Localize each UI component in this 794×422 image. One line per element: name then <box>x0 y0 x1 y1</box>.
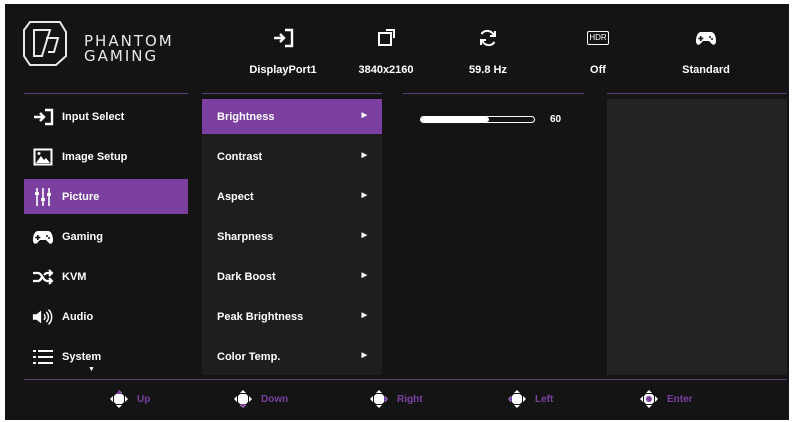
submenu-item-label: Color Temp. <box>217 350 281 363</box>
status-game-mode-value: Standard <box>682 64 730 76</box>
shuffle-icon <box>32 267 54 287</box>
arrow-right-icon: ▶ <box>361 272 367 279</box>
divider <box>607 93 787 94</box>
divider <box>24 93 188 94</box>
gamepad-icon <box>651 26 761 50</box>
status-refresh-value: 59.8 Hz <box>469 64 507 76</box>
footer-enter: Enter <box>639 389 693 409</box>
menu-item-label: KVM <box>62 270 87 283</box>
sliders-icon <box>32 187 54 207</box>
menu-item-gaming[interactable]: Gaming <box>24 219 188 254</box>
submenu-item-label: Dark Boost <box>217 270 276 283</box>
dpad-left-icon <box>508 390 526 408</box>
footer-down: Down <box>233 389 288 409</box>
menu-item-image-setup[interactable]: Image Setup <box>24 139 188 174</box>
menu-item-audio[interactable]: Audio <box>24 299 188 334</box>
submenu-item-label: Peak Brightness <box>217 310 304 323</box>
hdr-icon: HDR <box>543 26 653 50</box>
arrow-right-icon: ▶ <box>361 352 367 359</box>
footer-right: Right <box>369 389 423 409</box>
image-icon <box>32 147 54 167</box>
status-resolution-value: 3840x2160 <box>358 64 414 76</box>
brightness-slider[interactable] <box>420 116 535 123</box>
divider <box>202 93 382 94</box>
submenu-item-sharpness[interactable]: Sharpness ▶ <box>202 219 382 254</box>
footer-label: Left <box>535 393 554 405</box>
menu-item-system[interactable]: System <box>24 339 188 374</box>
submenu-item-label: Brightness <box>217 110 275 123</box>
menu-item-label: System <box>62 350 102 363</box>
footer-label: Enter <box>667 393 693 405</box>
submenu-item-brightness[interactable]: Brightness ▶ <box>202 99 382 134</box>
list-icon <box>32 347 54 367</box>
preview-panel <box>607 99 787 375</box>
brightness-slider-fill <box>421 117 489 122</box>
submenu-item-aspect[interactable]: Aspect ▶ <box>202 179 382 214</box>
osd-window: PHANTOM GAMING DisplayPort1 3840x2160 59… <box>5 4 789 420</box>
footer-label: Right <box>397 393 423 405</box>
footer-divider <box>24 379 787 380</box>
input-icon <box>228 26 338 50</box>
status-input-value: DisplayPort1 <box>249 64 317 76</box>
refresh-icon <box>433 26 543 50</box>
dpad-center-icon <box>640 390 658 408</box>
dpad-right-icon <box>370 390 388 408</box>
scroll-down-icon: ▼ <box>88 366 95 373</box>
status-game-mode: Standard <box>651 26 761 86</box>
input-select-icon <box>32 107 54 127</box>
picture-submenu: Brightness ▶ Contrast ▶ Aspect ▶ Sharpness ▶… <box>202 99 382 375</box>
menu-item-label: Image Setup <box>62 150 128 163</box>
value-panel: 60 <box>403 99 584 375</box>
arrow-right-icon: ▶ <box>361 112 367 119</box>
arrow-right-icon: ▶ <box>361 152 367 159</box>
phantom-gaming-emblem-icon <box>23 21 67 66</box>
submenu-item-label: Contrast <box>217 150 263 163</box>
menu-item-label: Input Select <box>62 110 125 123</box>
brightness-value: 60 <box>550 114 562 125</box>
submenu-item-contrast[interactable]: Contrast ▶ <box>202 139 382 174</box>
footer-label: Down <box>261 393 289 405</box>
submenu-item-dark-boost[interactable]: Dark Boost ▶ <box>202 259 382 294</box>
menu-item-picture[interactable]: Picture <box>24 179 188 214</box>
menu-item-input-select[interactable]: Input Select <box>24 99 188 134</box>
dpad-up-icon <box>110 390 128 408</box>
hdr-badge: HDR <box>587 31 609 45</box>
submenu-item-label: Aspect <box>217 190 254 203</box>
status-hdr: HDR Off <box>543 26 653 86</box>
footer-label: Up <box>137 393 151 405</box>
submenu-item-label: Sharpness <box>217 230 274 243</box>
footer-left: Left <box>507 389 553 409</box>
menu-item-label: Gaming <box>62 230 103 243</box>
arrow-right-icon: ▶ <box>361 312 367 319</box>
menu-item-label: Audio <box>62 310 94 323</box>
brand-line2: GAMING <box>84 47 159 65</box>
status-refresh: 59.8 Hz <box>433 26 543 86</box>
submenu-item-color-temp[interactable]: Color Temp. ▶ <box>202 339 382 374</box>
status-hdr-value: Off <box>590 64 606 76</box>
phantom-gaming-logo: PHANTOM GAMING <box>20 18 200 70</box>
submenu-item-peak-brightness[interactable]: Peak Brightness ▶ <box>202 299 382 334</box>
divider <box>403 93 584 94</box>
arrow-right-icon: ▶ <box>361 232 367 239</box>
footer-up: Up <box>109 389 150 409</box>
gamepad-icon <box>32 227 54 247</box>
main-menu: Input Select Image Setup Picture Gaming … <box>24 99 188 379</box>
status-resolution: 3840x2160 <box>331 26 441 86</box>
status-input: DisplayPort1 <box>228 26 338 86</box>
menu-item-label: Picture <box>62 190 100 203</box>
speaker-icon <box>32 307 54 327</box>
menu-item-kvm[interactable]: KVM <box>24 259 188 294</box>
dpad-down-icon <box>234 390 252 408</box>
resolution-icon <box>331 26 441 50</box>
arrow-right-icon: ▶ <box>361 192 367 199</box>
